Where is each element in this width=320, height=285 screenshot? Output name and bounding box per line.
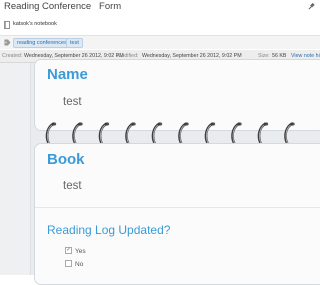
checkbox-checked-icon[interactable]: ✓ <box>65 247 72 254</box>
notebook-selector[interactable]: katsok's notebook <box>13 21 57 27</box>
checkbox-unchecked-icon[interactable] <box>65 260 72 267</box>
tags-row: reading conferences test <box>0 36 320 49</box>
note-title[interactable]: Reading Conference Form <box>4 0 121 13</box>
option-yes-label: Yes <box>75 248 86 256</box>
book-field-title: Book <box>47 151 85 168</box>
option-yes[interactable]: ✓ Yes <box>65 247 86 256</box>
tag-icon <box>4 39 11 46</box>
notebook-row: katsok's notebook <box>0 15 320 36</box>
option-no[interactable]: No <box>65 260 84 269</box>
section-divider <box>35 207 320 208</box>
book-field-value[interactable]: test <box>63 180 82 192</box>
title-bar: Reading Conference Form <box>0 0 320 15</box>
pin-icon[interactable] <box>307 2 316 11</box>
option-no-label: No <box>75 261 84 269</box>
reading-log-title: Reading Log Updated? <box>47 223 171 237</box>
name-field-title: Name <box>47 66 88 83</box>
created-label: Created: <box>2 53 23 59</box>
book-card: Book test Reading Log Updated? ✓ Yes No <box>34 143 320 285</box>
note-body[interactable]: Name test Book test Reading Log Updated?… <box>0 59 320 285</box>
notebook-icon <box>4 21 10 29</box>
tag-reading-conferences[interactable]: reading conferences <box>13 38 71 48</box>
name-field-value[interactable]: test <box>63 96 82 108</box>
tag-test[interactable]: test <box>66 38 83 48</box>
left-margin-strip <box>0 63 31 275</box>
